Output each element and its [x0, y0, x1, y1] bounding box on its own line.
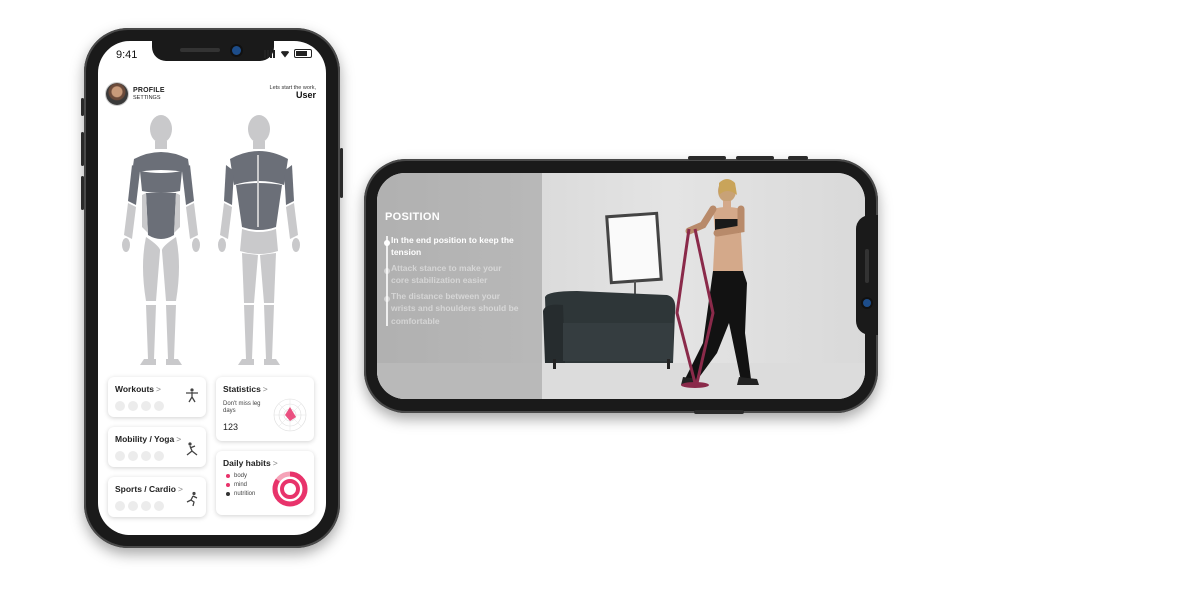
- mobility-title: Mobility / Yoga: [115, 434, 175, 444]
- sofa: [543, 291, 676, 369]
- front-camera: [232, 46, 241, 55]
- avatar[interactable]: [106, 83, 128, 105]
- step-marker[interactable]: [384, 296, 390, 302]
- statistics-card[interactable]: Statistics > Don't miss leg days 123: [216, 377, 314, 441]
- volume-down-button: [736, 156, 774, 160]
- chevron-right-icon: >: [177, 484, 183, 494]
- muscle-map[interactable]: [106, 115, 318, 371]
- volume-up-button: [688, 156, 726, 160]
- notch: [856, 215, 878, 335]
- side-button: [694, 410, 744, 414]
- status-time: 9:41: [116, 49, 138, 61]
- status-icons: [264, 49, 312, 58]
- weightlifter-icon: [186, 388, 198, 403]
- progress-dots: [115, 401, 164, 411]
- front-body-figure[interactable]: [122, 115, 200, 365]
- sports-cardio-card[interactable]: Sports / Cardio >: [108, 477, 206, 517]
- instruction-step-1[interactable]: In the end position to keep the tension: [391, 234, 521, 259]
- chevron-right-icon: >: [156, 384, 162, 394]
- front-camera: [863, 299, 871, 307]
- landscape-screen: POSITION In the end position to keep the…: [377, 173, 865, 399]
- habits-ring-chart: [272, 471, 308, 507]
- profile-label: PROFILE: [133, 87, 165, 95]
- legend-item-mind: mind: [226, 482, 255, 488]
- greeting: Lets start the work, User: [270, 85, 316, 101]
- runner-icon: [186, 491, 198, 507]
- speaker: [180, 48, 220, 52]
- signal-icon: [264, 49, 276, 58]
- position-title: POSITION: [385, 211, 440, 223]
- chevron-right-icon: >: [262, 384, 268, 394]
- chevron-right-icon: >: [176, 434, 182, 444]
- workouts-title: Workouts: [115, 384, 155, 394]
- progress-dots: [115, 501, 164, 511]
- progress-dots: [115, 451, 164, 461]
- portrait-screen: 9:41 PROFILE SETTINGS Lets start the wor…: [98, 41, 326, 535]
- landscape-phone: POSITION In the end position to keep the…: [364, 156, 878, 414]
- step-marker-active[interactable]: [384, 240, 390, 246]
- legend-item-body: body: [226, 473, 255, 479]
- chevron-right-icon: >: [272, 458, 278, 468]
- legend-item-nutrition: nutrition: [226, 491, 255, 497]
- yoga-icon: [186, 442, 198, 456]
- volume-up-button: [81, 132, 84, 166]
- settings-label: SETTINGS: [133, 94, 161, 101]
- statistics-hint: Don't miss leg days: [223, 401, 261, 414]
- radar-chart-icon: [273, 398, 307, 432]
- volume-down-button: [81, 176, 84, 210]
- battery-icon: [294, 49, 312, 58]
- user-name: User: [295, 90, 316, 101]
- speaker: [865, 249, 869, 283]
- instruction-step-3[interactable]: The distance between your wrists and sho…: [391, 290, 521, 327]
- step-marker[interactable]: [384, 268, 390, 274]
- statistics-title: Statistics: [223, 384, 261, 394]
- notch: [152, 41, 274, 61]
- daily-habits-title: Daily habits: [223, 458, 271, 468]
- portrait-phone: 9:41 PROFILE SETTINGS Lets start the wor…: [81, 28, 343, 548]
- profile-settings-link[interactable]: PROFILE SETTINGS: [106, 83, 165, 105]
- statistics-value: 123: [223, 422, 239, 432]
- mute-switch: [81, 98, 84, 116]
- mute-switch: [788, 156, 808, 160]
- habits-legend: body mind nutrition: [226, 473, 255, 500]
- side-button: [340, 148, 343, 198]
- back-body-figure[interactable]: [218, 115, 300, 365]
- wifi-icon: [280, 51, 290, 58]
- daily-habits-card[interactable]: Daily habits > body mind nutrition: [216, 451, 314, 515]
- timeline-line: [386, 236, 388, 326]
- instruction-step-2[interactable]: Attack stance to make your core stabiliz…: [391, 262, 521, 287]
- workouts-card[interactable]: Workouts >: [108, 377, 206, 417]
- mobility-yoga-card[interactable]: Mobility / Yoga >: [108, 427, 206, 467]
- sports-title: Sports / Cardio: [115, 484, 176, 494]
